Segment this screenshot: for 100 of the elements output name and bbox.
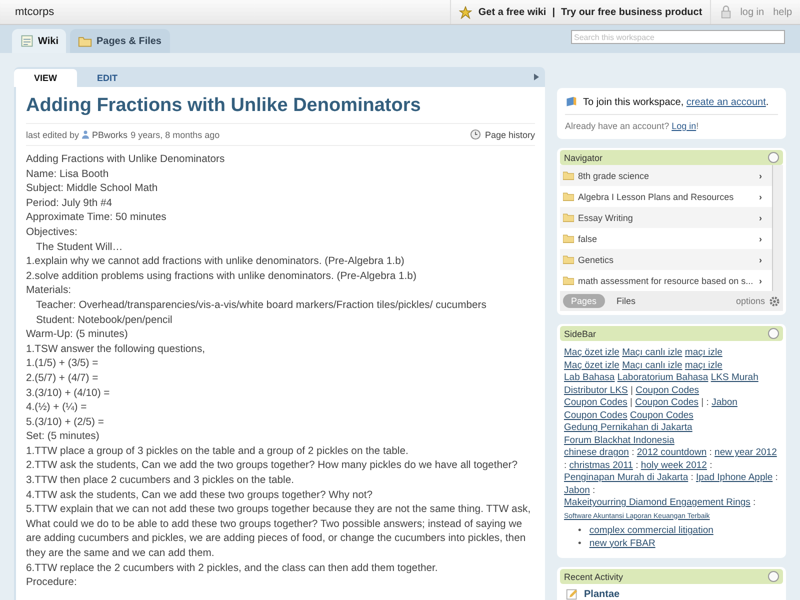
- sidebar-link[interactable]: Forum Blackhat Indonesia: [564, 434, 674, 446]
- body-text: 5.(3/10) + (2/5) =: [26, 416, 105, 430]
- clock-icon: [470, 129, 481, 140]
- separator: :: [632, 447, 634, 458]
- flag-icon: [565, 96, 577, 108]
- collapse-icon[interactable]: [768, 328, 779, 339]
- folder-icon: [78, 34, 92, 48]
- workspace-tab[interactable]: Wiki: [12, 29, 66, 53]
- folder-icon: [563, 171, 574, 180]
- promo-link[interactable]: Get a free wiki: [478, 6, 546, 18]
- separator: :: [636, 460, 638, 470]
- separator: | :: [701, 397, 709, 408]
- sidebar-link[interactable]: Coupon Codes: [564, 410, 628, 420]
- body-text: 1.TSW answer the following questions,: [26, 342, 206, 357]
- editor-link[interactable]: PBworks: [92, 130, 128, 140]
- sidebar-link[interactable]: maçı izle: [684, 347, 722, 358]
- collapse-icon[interactable]: [768, 571, 779, 582]
- navigator-tab[interactable]: Files: [608, 294, 644, 308]
- body-text: Period: July 9th #4: [26, 196, 114, 211]
- separator: |: [630, 384, 633, 396]
- folder-icon: [563, 213, 574, 222]
- folder-item[interactable]: Genetics ›: [560, 249, 772, 270]
- body-text: Objectives:: [26, 226, 78, 240]
- body-text: 5.TTW explain that we can not add these two groups together because they are not the same thing. TTW ask, What could we do to be able to add these two groups together? Two possible answers; instead of saying we are adding cucumbers and pickles, we are adding pieces of food, or change the cucumbers into pickles, then they are the same and we can add them.: [26, 503, 532, 562]
- sidebar-link[interactable]: Ipad Iphone Apple: [696, 472, 773, 483]
- sidebar-link[interactable]: maçı izle: [684, 360, 722, 370]
- edited-label: last edited by: [26, 130, 80, 140]
- body-text: Name: Lisa Booth: [26, 168, 110, 182]
- page-tab[interactable]: VIEW: [14, 69, 78, 87]
- separator: :: [592, 484, 596, 496]
- sidebar-link[interactable]: new york FBAR: [589, 538, 656, 548]
- document-icon: [20, 34, 34, 48]
- separator: :: [709, 447, 712, 458]
- separator: :: [753, 497, 756, 508]
- sidebar-link[interactable]: Laboratorium Bahasa: [617, 372, 708, 383]
- body-text: The Student Will…: [35, 240, 124, 255]
- lock-icon: [721, 5, 732, 19]
- sidebar-link[interactable]: holy week 2012: [640, 460, 707, 470]
- separator: |: [630, 397, 632, 408]
- body-text: 4.(½) + (¼) =: [26, 401, 88, 416]
- workspace-tab[interactable]: Pages & Files: [70, 29, 170, 53]
- sidebar-link[interactable]: new year 2012: [714, 447, 777, 458]
- collapse-icon[interactable]: [768, 152, 779, 163]
- sidebar-link[interactable]: Distributor LKS: [564, 384, 628, 396]
- sidebar-link[interactable]: Maçı canlı izle: [622, 360, 682, 370]
- separator: :: [690, 472, 694, 483]
- sidebar-link[interactable]: Coupon Codes: [564, 397, 628, 408]
- body-text: 2.solve addition problems using fractions with unlike denominators. (Pre-Algebra 1.b): [26, 270, 418, 284]
- sidebar-link[interactable]: complex commercial litigation: [589, 525, 714, 536]
- folder-item[interactable]: Essay Writing ›: [560, 207, 772, 228]
- sidebar-link[interactable]: Makeityourring Diamond Engagement Rings: [564, 497, 750, 508]
- body-text: 3.(3/10) + (4/10) =: [26, 386, 111, 400]
- sidebar-link[interactable]: Maç özet izle: [564, 347, 620, 358]
- user-icon: [82, 130, 90, 139]
- sidebar-link[interactable]: christmas 2011: [569, 460, 633, 470]
- sidebar-link[interactable]: Maç özet izle: [564, 360, 620, 370]
- sidebar-link[interactable]: Gedung Pernikahan di Jakarta: [564, 422, 692, 433]
- sidebar-link[interactable]: Coupon Codes: [630, 410, 694, 420]
- sidebar-link[interactable]: Jabon: [712, 397, 738, 408]
- folder-item[interactable]: 8th grade science ›: [560, 165, 772, 186]
- settings-icon[interactable]: [769, 296, 780, 306]
- chevron-icon: ›: [759, 276, 772, 286]
- login-text: Already have an account? Log in!: [565, 121, 700, 131]
- sidebar-link[interactable]: Coupon Codes: [636, 384, 700, 396]
- search-field[interactable]: Search this workspace: [571, 30, 785, 44]
- body-text: 1.(1/5) + (3/5) =: [26, 357, 100, 372]
- panel-title: Recent Activity: [564, 572, 624, 582]
- body-text: Subject: Middle School Math: [26, 182, 159, 196]
- sidebar-link[interactable]: chinese dragon: [564, 447, 629, 458]
- sidebar-link[interactable]: Maçı canlı izle: [622, 347, 682, 358]
- body-text: 4.TTW ask the students, Can we add these two groups together? Why not?: [26, 488, 374, 503]
- folder-icon: [563, 192, 574, 201]
- body-text: Set: (5 minutes): [26, 430, 100, 444]
- expand-arrow-icon[interactable]: [534, 73, 539, 81]
- body-text: Adding Fractions with Unlike Denominators: [26, 153, 226, 167]
- sidebar-link[interactable]: Coupon Codes: [635, 397, 699, 408]
- separator: |: [552, 6, 556, 18]
- page-tab[interactable]: EDIT: [77, 69, 138, 87]
- body-text: 1.explain why we cannot add fractions with unlike denominators. (Pre-Algebra 1.b): [26, 255, 406, 270]
- sidebar-link[interactable]: Lab Bahasa: [564, 372, 615, 383]
- bullet: •: [578, 525, 582, 536]
- folder-icon: [563, 255, 574, 264]
- scrollbar[interactable]: [772, 165, 783, 291]
- body-text: Teacher: Overhead/transparencies/vis-a-vis/white board markers/Fraction tiles/pickles/ cucumbers: [35, 298, 488, 313]
- sidebar-link[interactable]: 2012 countdown: [636, 447, 707, 458]
- options-link[interactable]: options: [736, 296, 765, 306]
- sidebar-link[interactable]: LKS Murah: [710, 372, 758, 383]
- activity-link[interactable]: Plantae: [584, 588, 620, 600]
- sidebar-link[interactable]: Jabon: [564, 484, 590, 496]
- sidebar-link[interactable]: Penginapan Murah di Jakarta: [564, 472, 688, 483]
- body-text: 2.TTW ask the students, Can we add the two groups together? How many pickles do we have all together?: [26, 459, 519, 474]
- site-name[interactable]: mtcorps: [0, 6, 450, 18]
- promo-link[interactable]: Try our free business product: [561, 6, 702, 18]
- body-text: 1.TTW place a group of 3 pickles on the table and a group of 2 pickles on the table.: [26, 444, 410, 459]
- folder-icon: [563, 234, 574, 243]
- panel-title: Navigator: [564, 152, 603, 162]
- star-icon: [459, 6, 472, 18]
- separator: :: [710, 460, 712, 470]
- page-history-link[interactable]: Page history: [484, 130, 535, 140]
- body-text: 6.TTW replace the 2 cucumbers with 2 pickles, and the class can then add them together.: [26, 562, 439, 576]
